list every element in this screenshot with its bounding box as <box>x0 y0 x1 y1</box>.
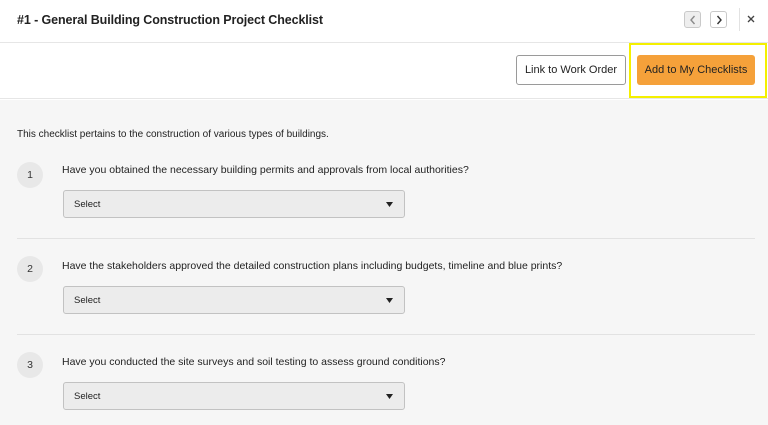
action-toolbar: Link to Work Order Add to My Checklists <box>0 43 768 99</box>
answer-select[interactable]: Select <box>63 286 405 314</box>
question-number: 3 <box>17 352 43 378</box>
question-text: Have you obtained the necessary building… <box>62 164 469 176</box>
checklist-description: This checklist pertains to the construct… <box>17 129 329 140</box>
add-to-my-checklists-button[interactable]: Add to My Checklists <box>637 55 755 85</box>
question-number: 1 <box>17 162 43 188</box>
chevron-left-icon <box>690 15 696 25</box>
answer-select-value: Select <box>74 295 101 306</box>
caret-down-icon <box>386 202 393 207</box>
caret-down-icon <box>386 394 393 399</box>
question-divider <box>17 334 755 335</box>
modal-header: #1 - General Building Construction Proje… <box>0 0 768 43</box>
header-divider <box>739 8 740 31</box>
question-text: Have you conducted the site surveys and … <box>62 356 446 368</box>
answer-select[interactable]: Select <box>63 190 405 218</box>
answer-select-value: Select <box>74 391 101 402</box>
close-button[interactable] <box>745 11 759 28</box>
close-icon <box>747 15 755 23</box>
chevron-right-icon <box>716 15 722 25</box>
question-text: Have the stakeholders approved the detai… <box>62 260 563 272</box>
question-divider <box>17 238 755 239</box>
checklist-title: #1 - General Building Construction Proje… <box>17 13 323 27</box>
answer-select[interactable]: Select <box>63 382 405 410</box>
link-to-work-order-button[interactable]: Link to Work Order <box>516 55 626 85</box>
previous-button[interactable] <box>684 11 701 28</box>
question-number: 2 <box>17 256 43 282</box>
caret-down-icon <box>386 298 393 303</box>
next-button[interactable] <box>710 11 727 28</box>
answer-select-value: Select <box>74 199 101 210</box>
checklist-body: This checklist pertains to the construct… <box>0 100 768 425</box>
